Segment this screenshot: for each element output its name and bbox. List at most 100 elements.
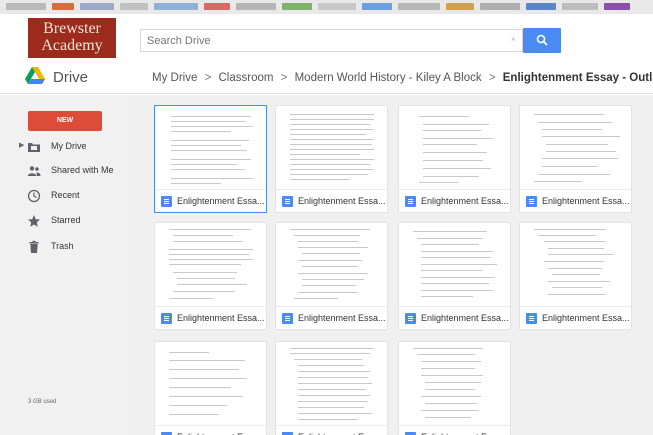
file-caption[interactable]: Enlightenment Essa... [520, 306, 631, 329]
thumbnail-text-line [290, 139, 374, 140]
expand-arrow-icon[interactable]: ▶ [19, 141, 24, 149]
thumbnail-text-line [171, 126, 253, 127]
thumbnail-text-line [171, 145, 241, 146]
sidebar-item-shared-with-me[interactable]: Shared with Me [0, 160, 128, 182]
file-caption[interactable]: Enlightenment Essa... [155, 189, 266, 212]
drive-window: Brewster Academy × Drive My Drive > Clas… [0, 0, 653, 435]
thumbnail-text-line [298, 383, 372, 384]
thumbnail-text-line [552, 287, 602, 288]
sidebar-item-my-drive[interactable]: ▶ My Drive [0, 136, 128, 158]
thumbnail-text-line [290, 114, 374, 115]
thumbnail-text-line [290, 129, 374, 130]
thumbnail-text-line [298, 407, 364, 408]
drive-app-label[interactable]: Drive [53, 69, 88, 86]
thumbnail-text-line [421, 290, 493, 291]
sidebar-item-starred[interactable]: Starred [0, 210, 128, 232]
thumbnail-text-line [423, 124, 489, 125]
file-caption[interactable]: Enlightenment Essa... [520, 189, 631, 212]
thumbnail-text-line [421, 264, 497, 265]
thumbnail-text-line [421, 396, 481, 397]
file-card[interactable]: Enlightenment Essa... [154, 105, 267, 213]
file-caption[interactable]: Enlightenment Essa... [399, 306, 510, 329]
search-box[interactable]: × [140, 29, 523, 52]
file-caption[interactable]: Enlightenment Essa... [276, 189, 387, 212]
file-name: Enlightenment Essa... [298, 196, 386, 206]
thumbnail-text-line [542, 129, 602, 130]
document-thumbnail [276, 106, 387, 189]
thumbnail-text-line [298, 389, 366, 390]
sidebar-item-trash[interactable]: Trash [0, 236, 128, 258]
thumbnail-text-line [173, 291, 235, 292]
thumbnail-text-line [290, 169, 374, 170]
search-button[interactable] [523, 28, 561, 53]
thumbnail-text-line [423, 130, 481, 131]
file-name: Enlightenment Essa... [542, 196, 630, 206]
thumbnail-text-line [538, 122, 612, 123]
thumbnail-text-line [421, 375, 483, 376]
file-card[interactable]: Enlightenment Essa... [519, 222, 632, 330]
thumbnail-text-line [302, 279, 364, 280]
file-card[interactable]: Enlightenment Essa... [275, 105, 388, 213]
google-docs-icon [405, 196, 416, 207]
sidebar-item-label: Shared with Me [51, 165, 114, 175]
sidebar-item-recent[interactable]: Recent [0, 185, 128, 207]
thumbnail-text-line [542, 166, 598, 167]
thumbnail-text-line [177, 284, 247, 285]
breadcrumb: My Drive > Classroom > Modern World Hist… [152, 70, 653, 84]
sidebar: NEW ▶ My Drive Shared with Me Recent Sta… [0, 95, 128, 435]
file-caption[interactable]: Enlightenment Essa... [155, 425, 266, 435]
file-caption[interactable]: Enlightenment Essa... [276, 306, 387, 329]
google-docs-icon [526, 313, 537, 324]
file-caption[interactable]: Enlightenment Essa... [399, 425, 510, 435]
document-thumbnail [520, 223, 631, 306]
logo-line-1: Brewster [43, 20, 101, 37]
file-card[interactable]: Enlightenment Essa... [154, 222, 267, 330]
new-button[interactable]: NEW [28, 111, 102, 131]
thumbnail-text-line [290, 174, 368, 175]
file-name: Enlightenment Essa... [177, 313, 265, 323]
breadcrumb-classroom[interactable]: Classroom [219, 72, 274, 84]
thumbnail-text-line [169, 405, 227, 406]
document-thumbnail [155, 223, 266, 306]
thumbnail-text-line [173, 235, 233, 236]
thumbnail-text-line [294, 298, 338, 299]
thumbnail-text-line [423, 160, 483, 161]
file-card[interactable]: Enlightenment Essa... [398, 341, 511, 435]
file-card[interactable]: Enlightenment Essa... [275, 341, 388, 435]
file-card[interactable]: Enlightenment Essa... [398, 222, 511, 330]
thumbnail-text-line [534, 229, 606, 230]
sidebar-item-label: Starred [51, 215, 81, 225]
file-card[interactable]: Enlightenment Essa... [519, 105, 632, 213]
thumbnail-text-line [298, 247, 368, 248]
thumbnail-text-line [290, 119, 374, 120]
storage-usage[interactable]: 3 GB used [28, 399, 56, 405]
file-card[interactable]: Enlightenment Essa... [275, 222, 388, 330]
thumbnail-text-line [298, 377, 368, 378]
file-card[interactable]: Enlightenment Essa... [154, 341, 267, 435]
thumbnail-text-line [298, 371, 370, 372]
brewster-academy-logo[interactable]: Brewster Academy [28, 18, 116, 58]
thumbnail-text-line [169, 229, 251, 230]
thumbnail-text-line [546, 144, 608, 145]
thumbnail-text-line [171, 121, 245, 122]
file-caption[interactable]: Enlightenment Essa... [155, 306, 266, 329]
file-card[interactable]: Enlightenment Essa... [398, 105, 511, 213]
thumbnail-text-line [425, 389, 475, 390]
search-input[interactable] [141, 30, 501, 51]
breadcrumb-my-drive[interactable]: My Drive [152, 72, 197, 84]
breadcrumb-current-folder[interactable]: Enlightenment Essay - Outline [503, 72, 653, 84]
file-caption[interactable]: Enlightenment Essa... [276, 425, 387, 435]
thumbnail-text-line [290, 149, 374, 150]
thumbnail-text-line [298, 273, 368, 274]
google-docs-icon [526, 196, 537, 207]
browser-bookmarks-bar [0, 0, 653, 14]
thumbnail-text-line [542, 158, 618, 159]
sidebar-item-label: My Drive [51, 141, 87, 151]
thumbnail-text-line [552, 274, 600, 275]
clear-search-icon[interactable]: × [511, 34, 516, 44]
document-thumbnail [399, 342, 510, 425]
thumbnail-text-line [171, 183, 221, 184]
thumbnail-text-line [298, 413, 372, 414]
file-caption[interactable]: Enlightenment Essa... [399, 189, 510, 212]
breadcrumb-modern-world-history[interactable]: Modern World History - Kiley A Block [295, 72, 482, 84]
